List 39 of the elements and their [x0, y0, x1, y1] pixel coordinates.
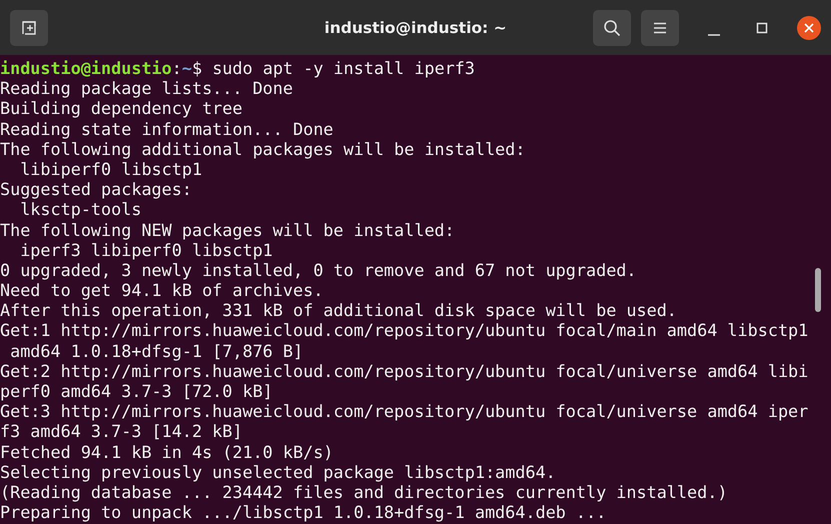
output-line: (Reading database ... 234442 files and directories currently installed.) [0, 482, 728, 502]
output-line: Need to get 94.1 kB of archives. [0, 280, 324, 300]
window-title: industio@industio: ~ [324, 18, 507, 36]
prompt-symbol: $ [192, 58, 202, 78]
close-button[interactable] [797, 16, 821, 40]
menu-icon [653, 22, 667, 34]
minimize-icon [708, 34, 720, 36]
output-line: Reading state information... Done [0, 118, 334, 139]
output-line: The following additional packages will be installed: [0, 138, 526, 159]
output-line: 0 upgraded, 3 newly installed, 0 to remove and 67 not upgraded. [0, 260, 636, 280]
output-line: After this operation, 331 kB of additional disk space will be used. [0, 300, 677, 320]
output-line: Preparing to unpack .../libsctp1 1.0.18+dfsg-1 amd64.deb ... [0, 502, 606, 522]
output-line: perf0 amd64 3.7-3 [72.0 kB] [0, 381, 273, 401]
new-tab-icon [21, 20, 37, 36]
command-text: sudo apt -y install iperf3 [211, 58, 475, 78]
output-line: iperf3 libiperf0 libsctp1 [19, 240, 273, 260]
output-line: Reading package lists... Done [0, 78, 293, 98]
menu-button[interactable] [641, 10, 679, 46]
maximize-icon [756, 22, 768, 34]
close-icon [804, 22, 814, 32]
output-line: f3 amd64 3.7-3 [14.2 kB] [0, 421, 242, 442]
scrollbar-thumb[interactable] [815, 268, 821, 312]
output-line: Get:3 http://mirrors.huaweicloud.com/repository/ubuntu focal/universe amd64 iper [0, 401, 808, 422]
output-line: amd64 1.0.18+dfsg-1 [7,876 B] [9, 340, 304, 361]
output-line: The following NEW packages will be installed: [0, 220, 455, 240]
output-line: lksctp-tools [19, 199, 142, 220]
search-button[interactable] [593, 10, 631, 46]
output-line: Get:2 http://mirrors.huaweicloud.com/repository/ubuntu focal/universe amd64 libi [0, 360, 808, 381]
prompt-path: ~ [182, 58, 192, 78]
output-line: Fetched 94.1 kB in 4s (21.0 kB/s) [0, 442, 334, 462]
output-line: Get:1 http://mirrors.huaweicloud.com/repository/ubuntu focal/main amd64 libsctp1 [0, 320, 808, 340]
new-tab-button[interactable] [10, 10, 48, 46]
output-line: Building dependency tree [0, 98, 242, 118]
output-line: libiperf0 libsctp1 [19, 158, 202, 179]
prompt-user-host: industio@industio [0, 58, 172, 78]
search-icon [603, 18, 621, 36]
prompt-separator: : [172, 58, 182, 78]
output-line: Selecting previously unselected package libsctp1:amd64. [0, 462, 556, 482]
output-line: Suggested packages: [0, 179, 192, 200]
